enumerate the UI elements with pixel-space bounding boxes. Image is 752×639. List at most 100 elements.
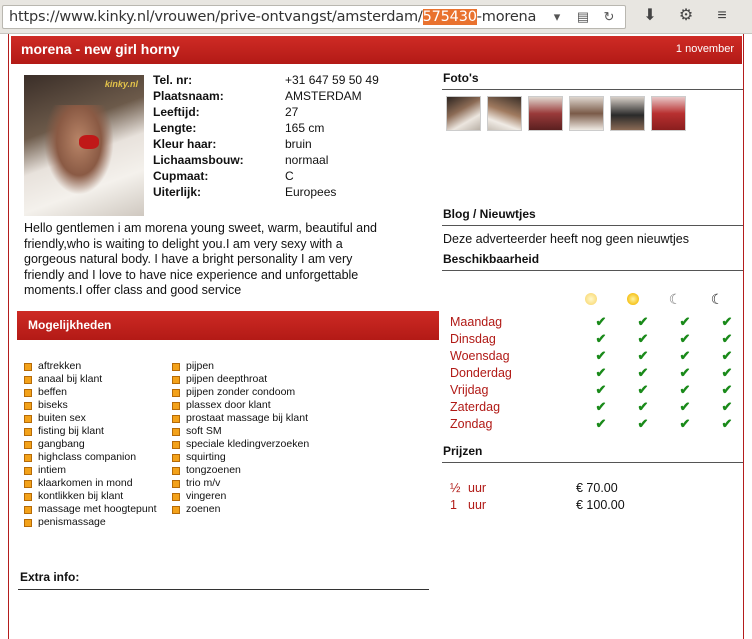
address-bar[interactable]: https://www.kinky.nl/vrouwen/prive-ontva…: [2, 5, 626, 29]
service-item: penismassage: [24, 516, 157, 529]
checkmark-icon: ✔: [595, 381, 607, 397]
detail-value: 165 cm: [285, 121, 325, 135]
service-label: gangbang: [38, 438, 85, 450]
detail-label: Plaatsnaam:: [153, 89, 224, 103]
thumbnail[interactable]: [610, 96, 645, 131]
detail-value: +31 647 59 50 49: [285, 73, 379, 87]
day-name: Zondag: [450, 416, 493, 431]
blog-text: Deze adverteerder heeft nog geen nieuwtj…: [443, 232, 689, 246]
detail-label: Kleur haar:: [153, 137, 217, 151]
url-text[interactable]: https://www.kinky.nl/vrouwen/prive-ontva…: [9, 9, 536, 25]
checkmark-icon: ✔: [679, 415, 691, 431]
bullet-icon: [172, 427, 180, 436]
bullet-icon: [24, 505, 32, 514]
service-label: pijpen deepthroat: [186, 373, 268, 385]
service-label: soft SM: [186, 425, 222, 437]
thumbnail[interactable]: [446, 96, 481, 131]
bullet-icon: [172, 453, 180, 462]
detail-row: Uiterlijk: Europees: [153, 184, 379, 200]
service-label: massage met hoogtepunt: [38, 503, 157, 515]
bullet-icon: [172, 505, 180, 514]
checkmark-icon: ✔: [637, 364, 649, 380]
day-name: Maandag: [450, 314, 503, 329]
page-title: morena - new girl horny: [21, 41, 180, 57]
detail-row: Lengte: 165 cm: [153, 120, 379, 136]
checkmark-icon: ✔: [595, 364, 607, 380]
checkmark-icon: ✔: [595, 347, 607, 363]
service-item: zoenen: [172, 503, 309, 516]
availability-row: Zaterdag ✔ ✔ ✔ ✔: [450, 398, 748, 415]
checkmark-icon: ✔: [679, 330, 691, 346]
bullet-icon: [24, 479, 32, 488]
checkmark-icon: ✔: [595, 398, 607, 414]
detail-label: Tel. nr:: [153, 73, 193, 87]
service-label: pijpen zonder condoom: [186, 386, 296, 398]
title-bar: morena - new girl horny 1 november: [11, 36, 742, 64]
price-qty: 1: [450, 498, 457, 512]
service-label: tongzoenen: [186, 464, 241, 476]
service-label: plassex door klant: [186, 399, 271, 411]
service-item: pijpen: [172, 360, 309, 373]
availability-row: Donderdag ✔ ✔ ✔ ✔: [450, 364, 748, 381]
thumbnail[interactable]: [569, 96, 604, 131]
extension-icon[interactable]: ⚙: [676, 6, 696, 26]
checkmark-icon: ✔: [595, 313, 607, 329]
checkmark-icon: ✔: [679, 398, 691, 414]
service-item: intiem: [24, 464, 157, 477]
service-label: buiten sex: [38, 412, 86, 424]
checkmark-icon: ✔: [721, 364, 733, 380]
price-qty: ½: [450, 481, 461, 495]
profile-photo[interactable]: kinky.nl: [24, 75, 144, 216]
checkmark-icon: ✔: [637, 381, 649, 397]
day-name: Dinsdag: [450, 331, 496, 346]
download-icon[interactable]: ⬇: [640, 6, 660, 26]
service-item: aftrekken: [24, 360, 157, 373]
thumbnail[interactable]: [487, 96, 522, 131]
bullet-icon: [172, 362, 180, 371]
evening-moon-icon: ☾: [668, 291, 682, 307]
availability-row: Maandag ✔ ✔ ✔ ✔: [450, 313, 748, 330]
service-item: vingeren: [172, 490, 309, 503]
checkmark-icon: ✔: [637, 330, 649, 346]
service-item: plassex door klant: [172, 399, 309, 412]
detail-value: Europees: [285, 185, 337, 199]
checkmark-icon: ✔: [679, 364, 691, 380]
bullet-icon: [24, 388, 32, 397]
service-label: aftrekken: [38, 360, 82, 372]
reader-view-icon[interactable]: ▤: [575, 9, 591, 25]
detail-value: 27: [285, 105, 299, 119]
price-unit: uur: [468, 498, 487, 512]
day-name: Woensdag: [450, 348, 510, 363]
divider: [18, 589, 429, 590]
detail-row: Lichaamsbouw: normaal: [153, 152, 379, 168]
bullet-icon: [24, 440, 32, 449]
reload-icon[interactable]: ↻: [601, 9, 617, 25]
service-item: gangbang: [24, 438, 157, 451]
availability-title: Beschikbaarheid: [443, 252, 540, 266]
extra-info-title: Extra info:: [20, 570, 80, 584]
watermark: kinky.nl: [104, 79, 138, 89]
availability-row: Woensdag ✔ ✔ ✔ ✔: [450, 347, 748, 364]
checkmark-icon: ✔: [721, 330, 733, 346]
service-item: squirting: [172, 451, 309, 464]
detail-label: Lichaamsbouw:: [153, 153, 244, 167]
price-value: € 70.00: [576, 481, 618, 495]
service-label: biseks: [38, 399, 68, 411]
thumbnail[interactable]: [528, 96, 563, 131]
dropdown-arrow-icon[interactable]: ▾: [549, 9, 565, 25]
service-item: trio m/v: [172, 477, 309, 490]
menu-icon[interactable]: ≡: [712, 6, 732, 26]
service-item: buiten sex: [24, 412, 157, 425]
availability-row: Vrijdag ✔ ✔ ✔ ✔: [450, 381, 748, 398]
service-item: pijpen zonder condoom: [172, 386, 309, 399]
checkmark-icon: ✔: [721, 313, 733, 329]
detail-row: Leeftijd: 27: [153, 104, 379, 120]
divider: [442, 225, 743, 226]
detail-label: Leeftijd:: [153, 105, 200, 119]
bullet-icon: [24, 466, 32, 475]
detail-row: Plaatsnaam: AMSTERDAM: [153, 88, 379, 104]
price-row: 1 uur € 100.00: [450, 498, 625, 512]
bullet-icon: [24, 518, 32, 527]
browser-toolbar: https://www.kinky.nl/vrouwen/prive-ontva…: [0, 0, 752, 34]
thumbnail[interactable]: [651, 96, 686, 131]
